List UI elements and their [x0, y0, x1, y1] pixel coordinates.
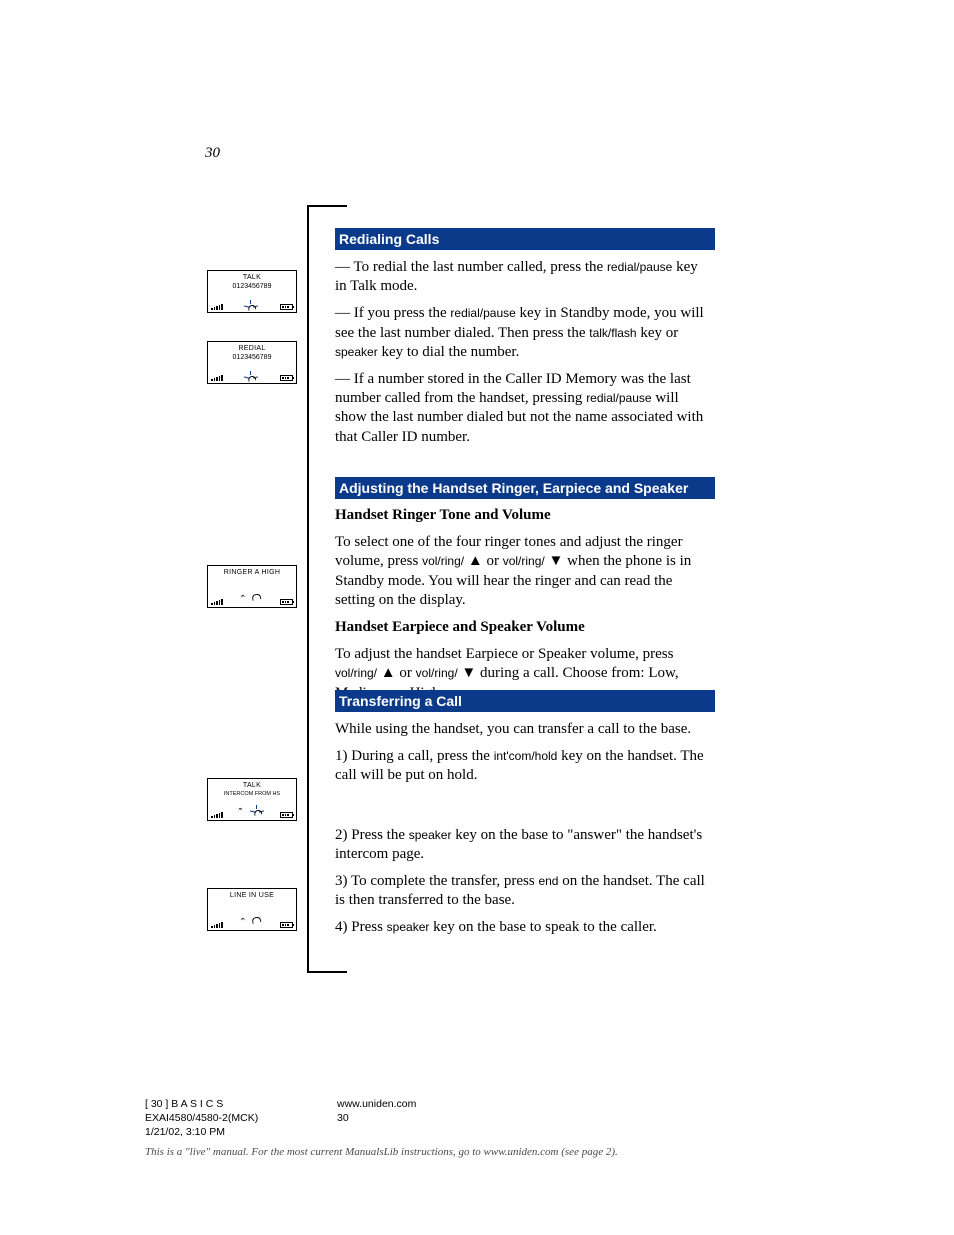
battery-icon — [280, 375, 293, 381]
section-header-redial: Redialing Calls — [335, 228, 715, 250]
mock-line2: 0123456789 — [208, 354, 296, 361]
key-label: int'com/hold — [494, 749, 558, 763]
text: key to dial the number. — [381, 344, 519, 360]
mock-title: RINGER A HIGH — [208, 569, 296, 576]
text: or — [486, 553, 502, 569]
text: 1) During a call, press the — [335, 748, 494, 764]
mute-icon: 𝄐 — [239, 807, 242, 814]
down-arrow-icon: ▼ — [549, 553, 564, 569]
text: — To redial the last number called, pres… — [335, 259, 607, 275]
in-use-icon — [244, 300, 258, 310]
battery-icon — [280, 812, 293, 818]
mock-status-bar — [211, 372, 293, 381]
key-label: redial/pause — [450, 306, 515, 320]
footer-doc-id: EXAI4580/4580-2(MCK) — [145, 1111, 315, 1125]
section-title: Redialing Calls — [335, 231, 439, 247]
handset-icon — [252, 593, 262, 600]
key-label: redial/pause — [607, 260, 672, 274]
section-header-transfer: Transferring a Call — [335, 690, 715, 712]
display-mock-talk: TALK 0123456789 — [207, 270, 297, 313]
signal-icon — [211, 812, 223, 818]
subheading: Handset Ringer Tone and Volume — [335, 507, 551, 523]
display-mock-intercom: TALK INTERCOM FROM HS 𝄐 — [207, 778, 297, 821]
battery-icon — [280, 599, 293, 605]
text: key or — [640, 325, 678, 341]
mock-title: REDIAL — [208, 345, 296, 352]
footer-url: www.uniden.com — [337, 1097, 637, 1111]
handset-icon — [252, 916, 262, 923]
mute-icon: 𝄐 — [241, 917, 244, 924]
mock-title: LINE IN USE — [208, 892, 296, 899]
section-body-transfer: While using the handset, you can transfe… — [335, 720, 713, 938]
battery-icon — [280, 304, 293, 310]
text: 3) To complete the transfer, press — [335, 873, 538, 889]
display-mock-line-in-use: LINE IN USE 𝄐 — [207, 888, 297, 931]
text: 2) Press the — [335, 827, 409, 843]
key-label: vol/ring/ — [503, 554, 545, 568]
section-body-volume: Handset Ringer Tone and Volume To select… — [335, 506, 713, 711]
battery-icon — [280, 922, 293, 928]
signal-icon — [211, 922, 223, 928]
footer-breadcrumb: [ 30 ] B A S I C S — [145, 1097, 315, 1111]
key-label: vol/ring/ — [422, 554, 464, 568]
down-arrow-icon: ▼ — [461, 665, 476, 681]
mock-status-bar: 𝄐 — [211, 809, 293, 818]
mock-status-bar: 𝄐 — [211, 919, 293, 928]
key-label: speaker — [335, 345, 378, 359]
footer-timestamp: 1/21/02, 3:10 PM — [145, 1125, 315, 1139]
signal-icon — [211, 304, 223, 310]
signal-icon — [211, 375, 223, 381]
mock-title: TALK — [208, 782, 296, 789]
display-mock-redial: REDIAL 0123456789 — [207, 341, 297, 384]
text: While using the handset, you can transfe… — [335, 720, 713, 739]
page-footer: [ 30 ] B A S I C S EXAI4580/4580-2(MCK) … — [145, 1097, 810, 1160]
key-label: redial/pause — [586, 391, 651, 405]
signal-icon — [211, 599, 223, 605]
text: — If you press the — [335, 305, 450, 321]
text: To adjust the handset Earpiece or Speake… — [335, 646, 673, 662]
text: key on the base to speak to the caller. — [433, 919, 657, 935]
mock-title: TALK — [208, 274, 296, 281]
footer-hint: This is a "live" manual. For the most cu… — [145, 1145, 810, 1160]
key-label: talk/flash — [589, 326, 636, 340]
mock-line2: INTERCOM FROM HS — [208, 791, 296, 797]
mute-icon: 𝄐 — [241, 594, 244, 601]
mock-status-bar — [211, 301, 293, 310]
up-arrow-icon: ▲ — [381, 665, 396, 681]
subheading: Handset Earpiece and Speaker Volume — [335, 619, 585, 635]
key-label: speaker — [409, 828, 452, 842]
section-body-redial: — To redial the last number called, pres… — [335, 258, 713, 455]
section-header-volume: Adjusting the Handset Ringer, Earpiece a… — [335, 477, 715, 499]
in-use-icon — [250, 805, 264, 815]
key-label: vol/ring/ — [416, 666, 458, 680]
mock-line2: 0123456789 — [208, 283, 296, 290]
mock-status-bar: 𝄐 — [211, 596, 293, 605]
page-number: 30 — [205, 145, 220, 162]
key-label: speaker — [387, 920, 430, 934]
text: or — [399, 665, 415, 681]
display-mock-ringer: RINGER A HIGH 𝄐 — [207, 565, 297, 608]
text: 4) Press — [335, 919, 387, 935]
in-use-icon — [244, 371, 258, 381]
up-arrow-icon: ▲ — [468, 553, 483, 569]
section-title: Transferring a Call — [335, 693, 462, 709]
key-label: end — [538, 874, 558, 888]
key-label: vol/ring/ — [335, 666, 377, 680]
footer-page: 30 — [337, 1111, 637, 1125]
